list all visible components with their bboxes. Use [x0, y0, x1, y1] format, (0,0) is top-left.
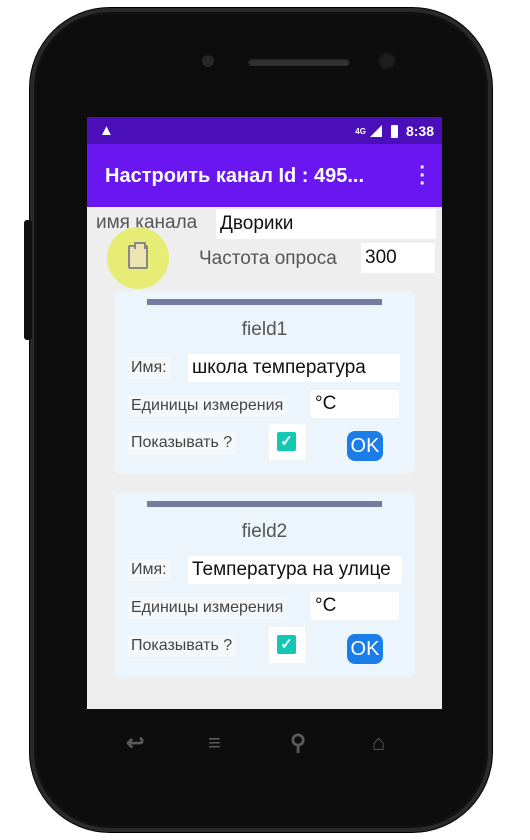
field-card: field1 Имя: школа температура Единицы из… [114, 291, 415, 474]
field-name-input[interactable]: Температура на улице [188, 556, 402, 584]
field-show-label: Показывать ? [128, 432, 236, 454]
field-title: field2 [241, 521, 288, 542]
poll-rate-label: Частота опроса [199, 248, 337, 269]
field-name-input[interactable]: школа температура [188, 354, 400, 382]
sensor [202, 55, 214, 67]
screen: ▲ 4G 8:38 Настроить канал Id : 495... · ·… [87, 117, 442, 709]
speaker-grille [248, 58, 350, 66]
field-show-label: Показывать ? [128, 635, 236, 657]
field-name-label: Имя: [128, 357, 170, 379]
channel-name-input[interactable]: Дворики [216, 209, 436, 239]
poll-rate-input[interactable]: 300 [361, 243, 435, 273]
field-units-label: Единицы измерения [128, 395, 287, 417]
signal-icon [369, 125, 382, 137]
check-icon: ✓ [277, 432, 296, 451]
front-camera [378, 52, 396, 70]
side-button [24, 220, 32, 340]
check-icon: ✓ [277, 635, 296, 654]
back-icon[interactable]: ↩ [126, 730, 144, 756]
home-icon[interactable]: ⌂ [372, 730, 385, 756]
search-icon[interactable]: ⚲ [290, 730, 306, 756]
menu-icon[interactable]: ≡ [208, 730, 221, 756]
network-label: 4G [355, 126, 366, 136]
field-units-label: Единицы измерения [128, 597, 287, 619]
clipboard-fab[interactable] [107, 227, 169, 289]
nav-bar: ↩ ≡ ⚲ ⌂ [100, 730, 430, 770]
card-divider [147, 501, 382, 507]
ok-button[interactable]: OK [347, 431, 383, 461]
field-title: field1 [241, 319, 288, 340]
status-indicators: 4G 8:38 [355, 123, 434, 139]
field-card: field2 Имя: Температура на улице Единицы… [114, 493, 415, 677]
show-checkbox[interactable]: ✓ [269, 424, 305, 460]
status-bar: ▲ 4G 8:38 [87, 117, 442, 144]
field-units-input[interactable]: °C [311, 592, 399, 620]
app-bar: Настроить канал Id : 495... · · · [87, 144, 442, 207]
card-divider [147, 299, 382, 305]
page-title: Настроить канал Id : 495... [105, 165, 365, 187]
warning-icon: ▲ [99, 122, 114, 139]
clipboard-icon [128, 242, 148, 269]
more-vert-icon[interactable]: · · · [419, 158, 426, 194]
field-units-input[interactable]: °C [311, 390, 399, 418]
ok-button[interactable]: OK [347, 634, 383, 664]
field-name-label: Имя: [128, 559, 170, 581]
show-checkbox[interactable]: ✓ [269, 627, 305, 663]
battery-icon [390, 124, 398, 138]
clock: 8:38 [405, 123, 434, 139]
